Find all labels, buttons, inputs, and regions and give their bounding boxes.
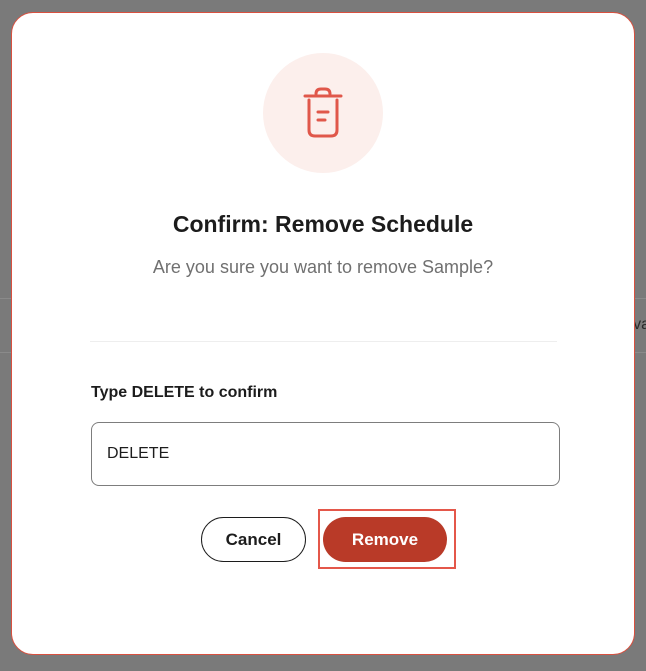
delete-confirm-input[interactable] [91, 422, 560, 486]
dialog-title: Confirm: Remove Schedule [172, 211, 474, 237]
dialog-message: Are you sure you want to remove Sample? [152, 257, 494, 277]
trash-icon-badge [263, 53, 383, 173]
cancel-button[interactable]: Cancel [201, 517, 306, 562]
remove-button[interactable]: Remove [323, 517, 447, 562]
remove-schedule-dialog: Confirm: Remove Schedule Are you sure yo… [11, 12, 635, 655]
backdrop-partial-text: va [633, 316, 646, 333]
dialog-divider [90, 341, 557, 342]
confirm-field-label: Type DELETE to confirm [91, 384, 278, 401]
trash-icon [303, 87, 343, 138]
